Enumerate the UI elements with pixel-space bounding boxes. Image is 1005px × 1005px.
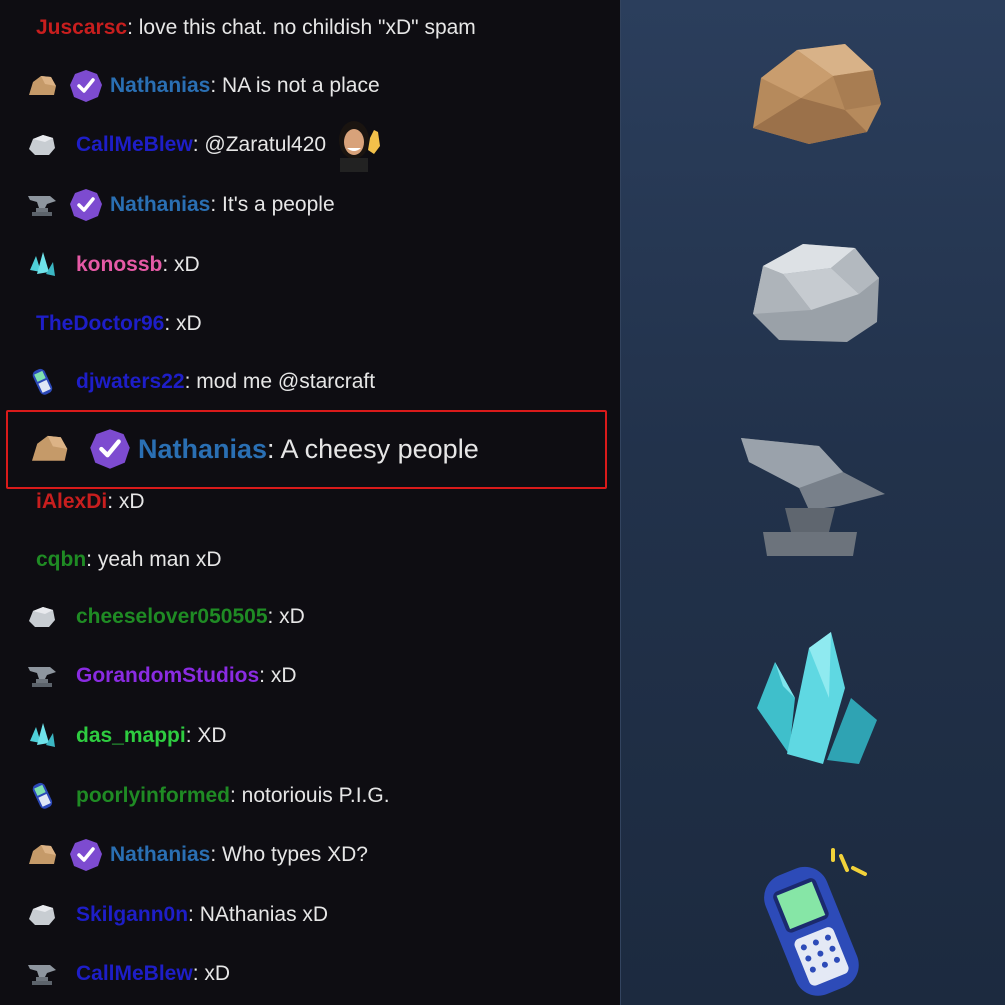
message-text: : mod me @starcraft (184, 370, 376, 393)
chat-message: Nathanias: It's a people (0, 185, 620, 225)
username[interactable]: cheeselover050505 (76, 605, 268, 629)
username[interactable]: Nathanias (110, 843, 210, 867)
stone-icon (27, 900, 57, 930)
rock-icon (27, 840, 57, 870)
chat-panel: Juscarsc: love this chat. no childish "x… (0, 0, 620, 1005)
crystal-icon (27, 721, 57, 751)
message-text: : notoriouis P.I.G. (230, 784, 390, 807)
message-text: : A cheesy people (267, 433, 479, 464)
rock-icon (27, 431, 71, 467)
verified-badge-icon (69, 838, 103, 872)
message-text: : xD (162, 253, 200, 276)
message-text: : xD (259, 664, 297, 687)
username[interactable]: Nathanias (110, 74, 210, 98)
message-text: : xD (164, 312, 202, 335)
chat-message: cqbn: yeah man xD (0, 540, 620, 580)
chat-message: poorlyinformed: notoriouis P.I.G. (0, 776, 620, 816)
phone-icon (27, 781, 57, 811)
highlighted-chat-message: Nathanias: A cheesy people (0, 425, 620, 473)
anvil-icon (27, 959, 57, 989)
rock-icon (749, 40, 884, 155)
chat-message: GorandomStudios: xD (0, 656, 620, 696)
username[interactable]: Nathanias (110, 193, 210, 217)
waving-woman-emote (334, 118, 384, 172)
message-text: : NAthanias xD (188, 903, 329, 926)
username[interactable]: konossb (76, 253, 162, 277)
username[interactable]: Juscarsc (36, 16, 127, 40)
message-text: : It's a people (210, 193, 335, 216)
chat-message: das_mappi: XD (0, 716, 620, 756)
chat-message: Skilgann0n: NAthanias xD (0, 895, 620, 935)
message-text: : xD (192, 962, 231, 985)
message-text: : NA is not a place (210, 74, 380, 97)
chat-message: Nathanias: Who types XD? (0, 835, 620, 875)
username[interactable]: Nathanias (138, 434, 267, 465)
username[interactable]: TheDoctor96 (36, 312, 164, 336)
username[interactable]: CallMeBlew (76, 962, 193, 986)
anvil-icon (27, 190, 57, 220)
verified-badge-icon (69, 69, 103, 103)
message-text: : love this chat. no childish "xD" spam (127, 16, 476, 39)
username[interactable]: Skilgann0n (76, 903, 188, 927)
username[interactable]: poorlyinformed (76, 784, 230, 808)
chat-message: CallMeBlew: @Zaratul420 (0, 121, 620, 172)
verified-badge-icon (69, 188, 103, 222)
message-text: : xD (107, 490, 145, 513)
message-text: : xD (267, 605, 305, 628)
chat-message: cheeselover050505: xD (0, 597, 620, 637)
stone-icon (749, 238, 884, 355)
verified-badge-icon (89, 428, 131, 470)
username[interactable]: djwaters22 (76, 370, 185, 394)
username[interactable]: GorandomStudios (76, 664, 259, 688)
message-text: : yeah man xD (86, 548, 222, 571)
anvil-icon (27, 661, 57, 691)
message-text: : @Zaratul420 (192, 133, 327, 156)
crystal-icon (749, 628, 884, 773)
username[interactable]: das_mappi (76, 724, 186, 748)
username[interactable]: cqbn (36, 548, 86, 572)
anvil-icon (739, 432, 889, 567)
chat-message: CallMeBlew: xD (0, 954, 620, 994)
chat-message: Juscarsc: love this chat. no childish "x… (0, 8, 620, 48)
chat-message: djwaters22: mod me @starcraft (0, 362, 620, 402)
stone-icon (27, 130, 57, 160)
crystal-icon (27, 250, 57, 280)
phone-icon (27, 367, 57, 397)
badge-tier-panel (620, 0, 1005, 1005)
phone-icon (749, 848, 879, 1003)
message-text: : Who types XD? (210, 843, 368, 866)
rock-icon (27, 71, 57, 101)
chat-message: iAlexDi: xD (0, 482, 620, 522)
chat-message: Nathanias: NA is not a place (0, 66, 620, 106)
chat-message: TheDoctor96: xD (0, 304, 620, 344)
username[interactable]: CallMeBlew (76, 133, 193, 157)
message-text: : XD (185, 724, 227, 747)
stone-icon (27, 602, 57, 632)
username[interactable]: iAlexDi (36, 490, 107, 514)
chat-message: konossb: xD (0, 245, 620, 285)
